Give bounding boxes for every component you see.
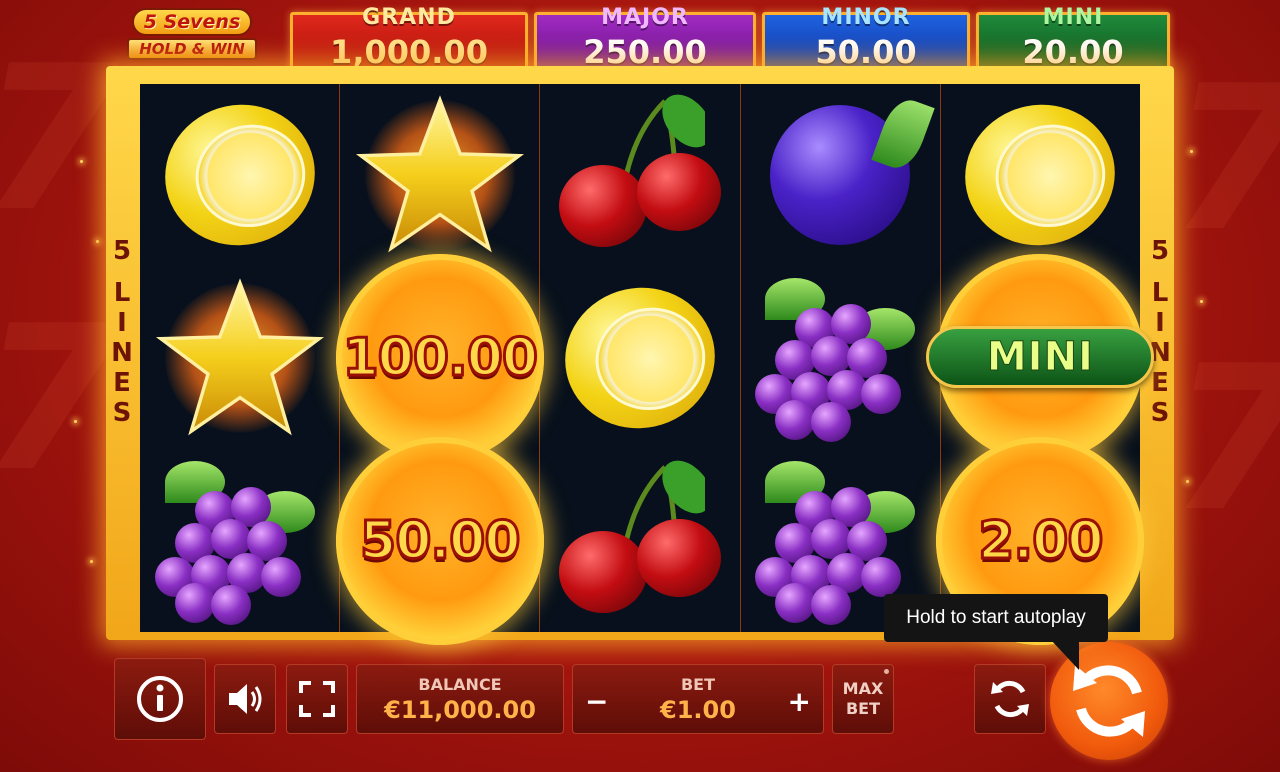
cherry-symbol bbox=[555, 94, 725, 255]
max-bet-button[interactable]: MAX BET bbox=[832, 664, 894, 734]
lines-letter: E bbox=[1151, 368, 1169, 398]
lines-indicator-left: 5 L I N E S bbox=[108, 236, 136, 428]
mini-badge-label: MINI bbox=[986, 334, 1094, 381]
reel-cell: MINI bbox=[926, 254, 1155, 462]
reel-5: MINI 2.00 bbox=[926, 84, 1155, 645]
reel-cell bbox=[540, 84, 739, 267]
bet-decrease-button[interactable]: − bbox=[585, 685, 608, 718]
bet-control: − BET €1.00 + bbox=[572, 664, 824, 734]
lines-count: 5 bbox=[112, 236, 132, 266]
sparkle bbox=[74, 420, 77, 423]
lines-letter: L bbox=[113, 278, 131, 308]
fullscreen-icon bbox=[299, 681, 335, 717]
lines-letter: E bbox=[113, 368, 131, 398]
balance-display: BALANCE €11,000.00 bbox=[356, 664, 564, 734]
lines-letter: I bbox=[117, 308, 127, 338]
lines-count: 5 bbox=[1150, 236, 1170, 266]
grapes-symbol bbox=[154, 460, 325, 625]
background-seven-decoration: 7 bbox=[0, 40, 119, 240]
cherry-symbol bbox=[555, 460, 725, 621]
coin-value: 100.00 bbox=[341, 327, 540, 390]
max-bet-line2: BET bbox=[845, 699, 881, 718]
reel-cell bbox=[340, 84, 539, 267]
coin-symbol: 50.00 bbox=[335, 436, 544, 645]
sparkle bbox=[90, 560, 93, 563]
logo-title: 5 Sevens bbox=[131, 8, 253, 36]
jackpot-mini-label: MINI bbox=[1042, 5, 1104, 30]
star-symbol bbox=[155, 273, 325, 443]
balance-label: BALANCE bbox=[418, 674, 502, 694]
reel-cell: 100.00 bbox=[335, 254, 544, 462]
reel-1 bbox=[140, 84, 341, 632]
lines-letter: N bbox=[111, 338, 133, 368]
autoplay-icon bbox=[991, 680, 1029, 718]
lines-letter: I bbox=[1155, 308, 1165, 338]
sparkle bbox=[1200, 300, 1203, 303]
jackpot-major-label: MAJOR bbox=[601, 5, 689, 30]
reel-cell bbox=[140, 267, 339, 450]
sparkle bbox=[1190, 150, 1193, 153]
grapes-symbol bbox=[755, 278, 925, 442]
reel-2: 100.00 50.00 bbox=[335, 84, 544, 645]
balance-value: €11,000.00 bbox=[384, 695, 536, 724]
sound-icon bbox=[229, 684, 262, 714]
background-seven-decoration: 7 bbox=[1170, 60, 1280, 260]
sound-button[interactable] bbox=[214, 664, 276, 734]
lemon-symbol bbox=[151, 91, 328, 260]
game-logo: 5 Sevens HOLD & WIN bbox=[112, 8, 272, 70]
lines-letter: L bbox=[1151, 278, 1169, 308]
autoplay-tooltip: Hold to start autoplay bbox=[884, 594, 1108, 642]
jackpot-minor-label: MINOR bbox=[821, 5, 911, 30]
fullscreen-button[interactable] bbox=[286, 664, 348, 734]
coin-value: 50.00 bbox=[359, 509, 522, 572]
reel-cell bbox=[540, 449, 739, 632]
reel-cell bbox=[741, 267, 940, 450]
bet-value: €1.00 bbox=[660, 695, 736, 724]
plum-symbol bbox=[770, 94, 935, 246]
bet-label: BET bbox=[680, 674, 716, 694]
info-button[interactable] bbox=[114, 658, 206, 740]
lemon-symbol bbox=[552, 273, 728, 443]
sparkle bbox=[80, 160, 83, 163]
reel-cell bbox=[941, 84, 1140, 267]
reels-grid: 100.00 50.00 MINI 2.00 bbox=[140, 84, 1155, 645]
reel-cell bbox=[140, 449, 339, 632]
jackpot-grand-label: GRAND bbox=[362, 5, 456, 30]
reel-4 bbox=[741, 84, 941, 632]
reel-cell: 50.00 bbox=[335, 436, 544, 645]
lines-letter: S bbox=[1150, 398, 1170, 428]
reel-cell bbox=[140, 84, 339, 267]
max-bet-indicator bbox=[884, 669, 889, 674]
coin-symbol: 100.00 bbox=[335, 254, 544, 462]
coin-symbol: MINI bbox=[926, 254, 1155, 462]
autoplay-button[interactable] bbox=[974, 664, 1046, 734]
reel-3 bbox=[540, 84, 741, 632]
bet-increase-button[interactable]: + bbox=[788, 685, 811, 718]
info-icon bbox=[137, 676, 183, 722]
lemon-symbol bbox=[952, 91, 1129, 260]
spin-icon bbox=[1073, 665, 1145, 737]
background-seven-decoration: 7 bbox=[1170, 340, 1280, 540]
coin-value: 2.00 bbox=[977, 509, 1105, 572]
star-symbol bbox=[355, 90, 525, 260]
mini-jackpot-badge: MINI bbox=[926, 326, 1155, 388]
background-seven-decoration: 7 bbox=[0, 300, 119, 500]
reel-cell bbox=[540, 267, 739, 450]
reel-cell bbox=[741, 84, 940, 267]
lines-letter: S bbox=[112, 398, 132, 428]
sparkle bbox=[96, 240, 99, 243]
lines-indicator-right: 5 L I N E S bbox=[1146, 236, 1174, 428]
max-bet-line1: MAX bbox=[842, 679, 884, 698]
logo-subtitle: HOLD & WIN bbox=[127, 38, 257, 60]
sparkle bbox=[1186, 480, 1189, 483]
